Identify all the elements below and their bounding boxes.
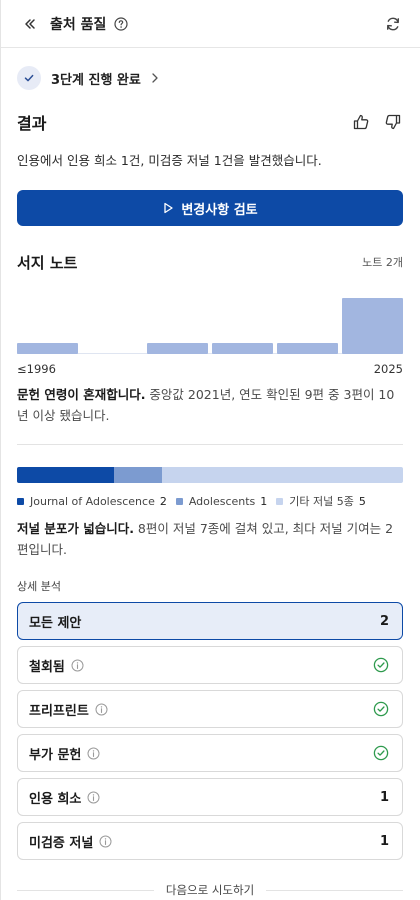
breakdown-list: 모든 제안 2 철회됨 프리프린트 부가 문헌 인용 희소 1 미검증 저널 1 bbox=[0, 602, 420, 860]
journal-segment bbox=[17, 467, 114, 483]
legend-item: 기타 저널 5종 5 bbox=[276, 493, 366, 509]
histogram-bar bbox=[342, 298, 403, 354]
legend-count: 5 bbox=[358, 494, 366, 508]
notes-title: 서지 노트 bbox=[17, 253, 78, 272]
filter-label: 모든 제안 bbox=[29, 615, 82, 631]
year-histogram bbox=[17, 290, 403, 354]
progress-label: 3단계 진행 완료 bbox=[51, 72, 141, 88]
check-circle-icon bbox=[373, 745, 389, 761]
legend-count: 1 bbox=[260, 494, 268, 508]
filter-label: 인용 희소 bbox=[29, 791, 82, 807]
filter-label: 프리프린트 bbox=[29, 703, 89, 719]
bibliography-notes-header: 서지 노트 노트 2개 bbox=[0, 250, 420, 274]
panel-left-border bbox=[0, 0, 1, 900]
histogram-bar bbox=[17, 342, 78, 354]
spread-note: 저널 분포가 넓습니다. 8편이 저널 7종에 걸쳐 있고, 최다 저널 기여는… bbox=[0, 518, 420, 560]
progress-steps[interactable]: 3단계 진행 완료 bbox=[0, 50, 420, 106]
breakdown-label: 상세 분석 bbox=[17, 580, 61, 593]
histogram-bar bbox=[147, 342, 208, 354]
result-header: 결과 bbox=[0, 106, 420, 138]
legend-swatch bbox=[276, 497, 284, 505]
filter-low-citation[interactable]: 인용 희소 1 bbox=[17, 778, 403, 816]
filter-preprint[interactable]: 프리프린트 bbox=[17, 690, 403, 728]
refresh-icon[interactable] bbox=[382, 13, 404, 35]
check-circle-icon bbox=[373, 657, 389, 673]
help-icon[interactable] bbox=[113, 16, 129, 32]
next-try-divider: 다음으로 시도하기 bbox=[17, 882, 404, 898]
legend-label: Journal of Adolescence bbox=[30, 494, 155, 508]
legend-label: Adolescents bbox=[188, 494, 256, 508]
filter-all-suggestions[interactable]: 모든 제안 2 bbox=[17, 602, 403, 640]
filter-grey-literature[interactable]: 부가 문헌 bbox=[17, 734, 403, 772]
filter-label: 철회됨 bbox=[29, 659, 65, 675]
chevron-right-icon bbox=[151, 72, 159, 84]
feedback-buttons bbox=[351, 112, 403, 132]
journal-legend: Journal of Adolescence 2 Adolescents 1 기타 저널… bbox=[0, 493, 420, 509]
play-icon bbox=[164, 202, 173, 214]
result-title: 결과 bbox=[17, 114, 47, 133]
next-try-label: 다음으로 시도하기 bbox=[165, 883, 255, 897]
legend-swatch bbox=[175, 497, 183, 505]
filter-count: 2 bbox=[379, 613, 389, 629]
filter-count: 1 bbox=[379, 833, 389, 849]
legend-label: 기타 저널 5종 bbox=[289, 495, 354, 508]
divider-line bbox=[266, 889, 404, 891]
section-divider bbox=[17, 444, 403, 445]
age-note: 문헌 연령이 혼재합니다. 중앙값 2021년, 연도 확인된 9편 중 3편이… bbox=[0, 384, 420, 426]
legend-item: Journal of Adolescence 2 bbox=[17, 495, 167, 508]
info-icon[interactable] bbox=[95, 703, 108, 716]
info-icon[interactable] bbox=[87, 791, 100, 804]
panel-header: 출처 품질 bbox=[0, 0, 420, 48]
divider-line bbox=[17, 889, 154, 891]
notes-count: 노트 2개 bbox=[362, 256, 403, 269]
review-changes-label: 변경사항 검토 bbox=[181, 202, 258, 218]
journal-segment bbox=[161, 467, 403, 483]
filter-unverified-journal[interactable]: 미검증 저널 1 bbox=[17, 822, 403, 860]
legend-swatch bbox=[17, 497, 24, 505]
journal-distribution-bar bbox=[17, 467, 403, 483]
info-icon[interactable] bbox=[99, 835, 112, 848]
legend-item: Adolescents 1 bbox=[175, 494, 268, 508]
histogram-bar bbox=[277, 342, 338, 354]
filter-label: 미검증 저널 bbox=[29, 835, 94, 851]
result-summary: 인용에서 인용 희소 1건, 미검증 저널 1건을 발견했습니다. bbox=[17, 153, 322, 168]
info-icon[interactable] bbox=[71, 659, 84, 672]
filter-label: 부가 문헌 bbox=[29, 747, 82, 763]
check-circle-icon bbox=[373, 701, 389, 717]
age-note-bold: 문헌 연령이 혼재합니다. bbox=[17, 387, 146, 402]
filter-count: 1 bbox=[379, 789, 389, 805]
info-icon[interactable] bbox=[87, 747, 100, 760]
review-changes-button[interactable]: 변경사항 검토 bbox=[17, 190, 403, 226]
thumbs-up-icon[interactable] bbox=[351, 112, 371, 132]
panel-title: 출처 품질 bbox=[50, 16, 107, 33]
journal-segment bbox=[113, 467, 162, 483]
histogram-bar bbox=[212, 342, 273, 354]
legend-count: 2 bbox=[159, 494, 167, 508]
collapse-icon[interactable] bbox=[20, 14, 40, 34]
thumbs-down-icon[interactable] bbox=[383, 112, 403, 132]
spread-note-bold: 저널 분포가 넓습니다. bbox=[17, 521, 134, 536]
filter-retracted[interactable]: 철회됨 bbox=[17, 646, 403, 684]
histogram-start-label: ≤1996 bbox=[17, 362, 56, 376]
check-icon bbox=[17, 66, 41, 90]
histogram-axis-labels: ≤1996 2025 bbox=[0, 362, 420, 376]
histogram-end-label: 2025 bbox=[373, 362, 403, 376]
